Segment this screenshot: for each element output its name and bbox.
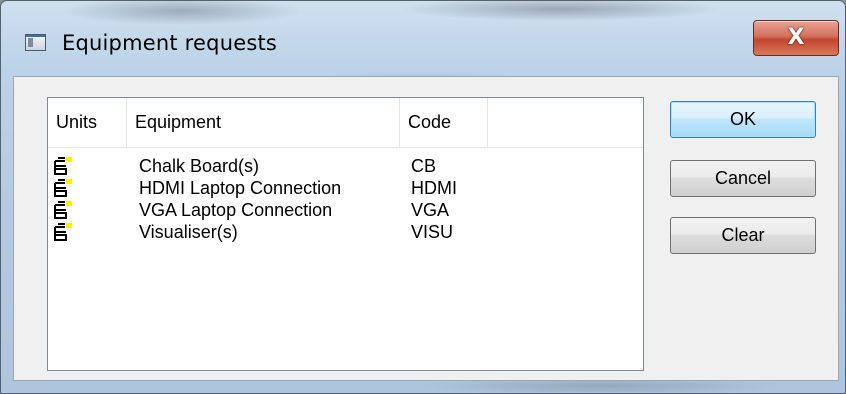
code-cell: VGA	[411, 200, 450, 220]
column-header-code[interactable]: Code	[400, 98, 488, 147]
clear-button[interactable]: Clear	[670, 217, 816, 254]
column-header-units[interactable]: Units	[48, 98, 127, 147]
equipment-cell: HDMI Laptop Connection	[139, 178, 342, 198]
list-header: Units Equipment Code	[48, 98, 643, 148]
table-row[interactable]: VGA Laptop Connection VGA	[48, 199, 643, 221]
table-row[interactable]: Chalk Board(s) CB	[48, 155, 643, 177]
title-bar[interactable]: Equipment requests X	[1, 1, 845, 73]
app-window-icon	[25, 34, 46, 51]
equipment-cell: Visualiser(s)	[139, 222, 238, 242]
dialog-window: Equipment requests X Units Equipment Cod…	[0, 0, 846, 394]
unit-stack-icon	[54, 179, 72, 197]
equipment-cell: VGA Laptop Connection	[139, 200, 333, 220]
code-cell: CB	[411, 156, 437, 176]
unit-stack-icon	[54, 223, 72, 241]
cancel-button[interactable]: Cancel	[670, 160, 816, 197]
table-row[interactable]: HDMI Laptop Connection HDMI	[48, 177, 643, 199]
column-header-empty[interactable]	[488, 98, 645, 147]
close-button[interactable]: X	[753, 20, 839, 56]
close-icon: X	[787, 25, 805, 50]
dialog-client-area: Units Equipment Code Chalk Board(s) CB H…	[13, 76, 839, 381]
window-title: Equipment requests	[62, 31, 278, 55]
equipment-list[interactable]: Units Equipment Code Chalk Board(s) CB H…	[47, 97, 644, 371]
unit-stack-icon	[54, 201, 72, 219]
unit-stack-icon	[54, 157, 72, 175]
column-header-equipment[interactable]: Equipment	[127, 98, 400, 147]
ok-button[interactable]: OK	[670, 101, 816, 138]
code-cell: HDMI	[411, 178, 457, 198]
equipment-cell: Chalk Board(s)	[139, 156, 260, 176]
code-cell: VISU	[411, 222, 454, 242]
table-row[interactable]: Visualiser(s) VISU	[48, 221, 643, 243]
